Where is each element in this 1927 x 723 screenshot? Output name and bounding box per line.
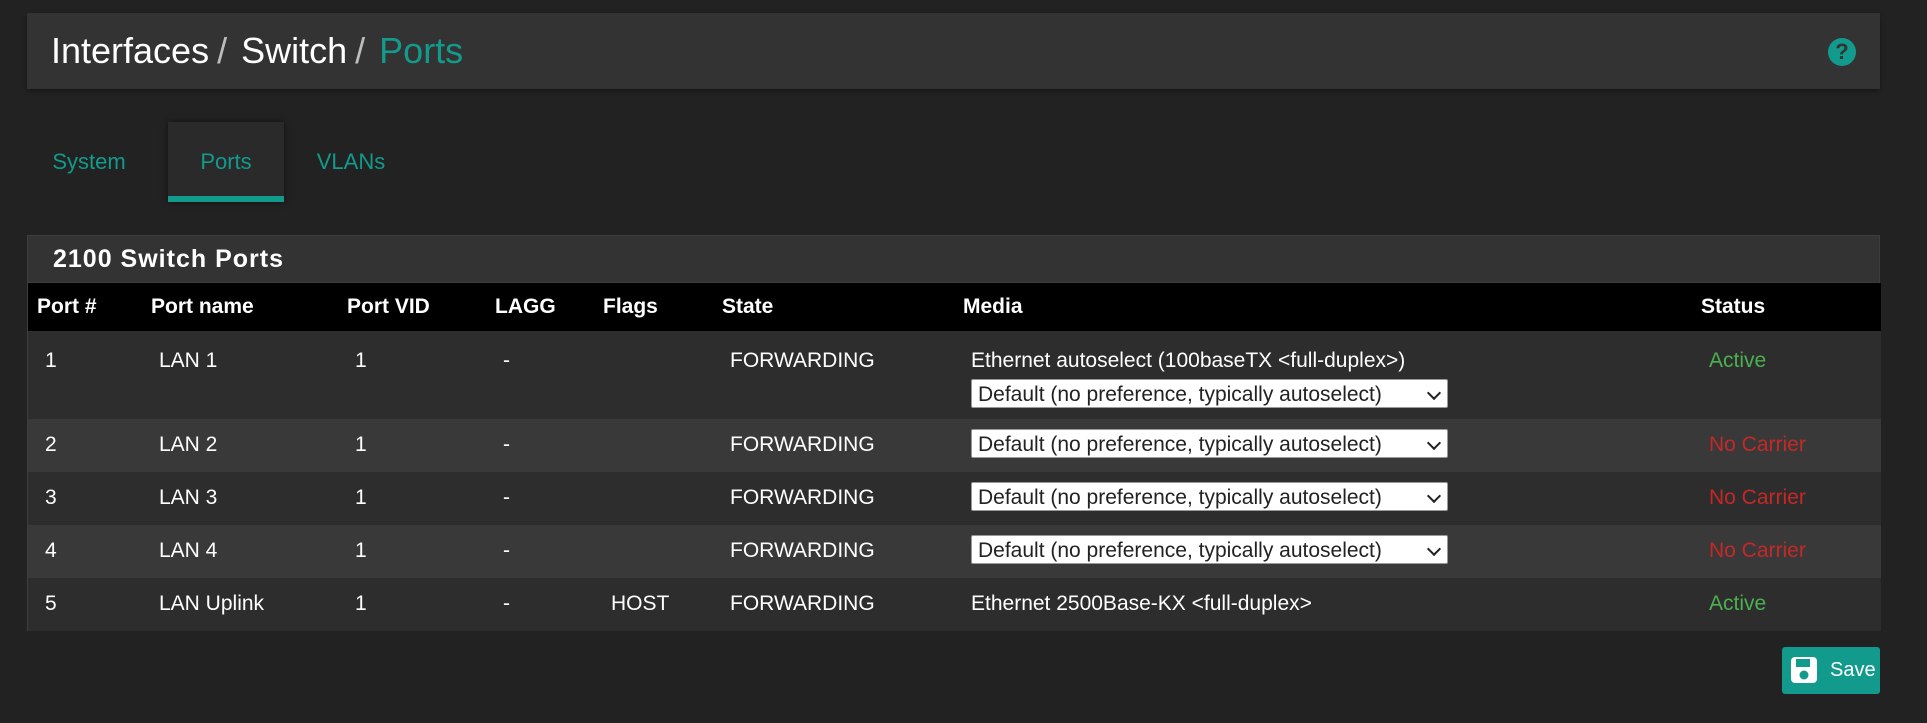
port-flags <box>594 472 713 525</box>
media-select-value: Default (no preference, typically autose… <box>978 539 1382 562</box>
tab-vlans[interactable]: VLANs <box>289 122 413 200</box>
media-select[interactable]: Default (no preference, typically autose… <box>971 429 1448 458</box>
port-lagg: - <box>503 592 510 615</box>
port-number: 3 <box>45 486 57 509</box>
tab-system[interactable]: System <box>27 122 151 200</box>
table-header-row: Port # Port name Port VID LAGG Flags Sta… <box>28 283 1881 331</box>
breadcrumb: Interfaces / Switch / Ports <box>51 31 463 71</box>
port-vid: 1 <box>355 486 367 509</box>
status-badge: No Carrier <box>1709 539 1806 562</box>
media-select[interactable]: Default (no preference, typically autose… <box>971 535 1448 564</box>
port-vid: 1 <box>355 539 367 562</box>
table-row: 1 LAN 1 1 - FORWARDING Ethernet autosele… <box>28 331 1881 419</box>
port-name: LAN 4 <box>159 539 218 562</box>
port-vid: 1 <box>355 592 367 615</box>
status-badge: Active <box>1709 349 1767 372</box>
port-state: FORWARDING <box>730 349 875 372</box>
media-select-value: Default (no preference, typically autose… <box>978 383 1382 406</box>
port-vid: 1 <box>355 433 367 456</box>
status-badge: Active <box>1709 592 1767 615</box>
table-row: 2 LAN 2 1 - FORWARDING Default (no prefe… <box>28 419 1881 472</box>
ports-table: Port # Port name Port VID LAGG Flags Sta… <box>28 283 1881 631</box>
column-header-port: Port # <box>37 295 97 318</box>
port-media: Default (no preference, typically autose… <box>954 472 1692 525</box>
status-badge: No Carrier <box>1709 433 1806 456</box>
media-select-value: Default (no preference, typically autose… <box>978 486 1382 509</box>
port-lagg: - <box>503 486 510 509</box>
port-flags <box>594 331 713 419</box>
port-state: FORWARDING <box>730 433 875 456</box>
column-header-lagg: LAGG <box>495 295 556 318</box>
port-media: Default (no preference, typically autose… <box>954 419 1692 472</box>
port-media: Ethernet autoselect (100baseTX <full-dup… <box>954 331 1692 419</box>
port-number: 1 <box>45 349 57 372</box>
floppy-disk-icon <box>1791 657 1817 683</box>
save-button[interactable]: Save <box>1782 647 1880 694</box>
save-label: Save <box>1830 659 1876 681</box>
port-name: LAN 2 <box>159 433 218 456</box>
column-header-port-name: Port name <box>151 295 254 318</box>
chevron-down-icon <box>1426 541 1442 557</box>
port-flags <box>594 525 713 578</box>
column-header-port-vid: Port VID <box>347 295 430 318</box>
port-state: FORWARDING <box>730 539 875 562</box>
page-header: Interfaces / Switch / Ports ? <box>27 13 1880 89</box>
port-name: LAN 1 <box>159 349 218 372</box>
column-header-state: State <box>722 295 774 318</box>
port-number: 5 <box>45 592 57 615</box>
port-vid: 1 <box>355 349 367 372</box>
breadcrumb-switch: Switch <box>241 30 348 71</box>
table-row: 5 LAN Uplink 1 - HOST FORWARDING Etherne… <box>28 578 1881 631</box>
column-header-media: Media <box>963 295 1023 318</box>
port-name: LAN Uplink <box>159 592 265 615</box>
breadcrumb-separator: / <box>355 30 366 71</box>
column-header-flags: Flags <box>603 295 658 318</box>
table-row: 4 LAN 4 1 - FORWARDING Default (no prefe… <box>28 525 1881 578</box>
port-lagg: - <box>503 433 510 456</box>
port-flags <box>594 419 713 472</box>
media-status-text: Ethernet autoselect (100baseTX <full-dup… <box>971 349 1406 372</box>
chevron-down-icon <box>1426 488 1442 504</box>
question-circle-icon[interactable]: ? <box>1828 38 1856 66</box>
panel-title: 2100 Switch Ports <box>28 236 1879 283</box>
breadcrumb-interfaces: Interfaces <box>51 30 210 71</box>
breadcrumb-ports: Ports <box>379 30 464 71</box>
chevron-down-icon <box>1426 435 1442 451</box>
port-media: Ethernet 2500Base-KX <full-duplex> <box>971 592 1312 615</box>
port-number: 2 <box>45 433 57 456</box>
port-state: FORWARDING <box>730 592 875 615</box>
media-select[interactable]: Default (no preference, typically autose… <box>971 379 1448 408</box>
media-select-value: Default (no preference, typically autose… <box>978 433 1382 456</box>
chevron-down-icon <box>1426 385 1442 401</box>
port-lagg: - <box>503 349 510 372</box>
port-state: FORWARDING <box>730 486 875 509</box>
port-number: 4 <box>45 539 57 562</box>
port-media: Default (no preference, typically autose… <box>954 525 1692 578</box>
port-lagg: - <box>503 539 510 562</box>
media-select[interactable]: Default (no preference, typically autose… <box>971 482 1448 511</box>
column-header-status: Status <box>1701 295 1766 318</box>
table-row: 3 LAN 3 1 - FORWARDING Default (no prefe… <box>28 472 1881 525</box>
port-name: LAN 3 <box>159 486 218 509</box>
tab-ports[interactable]: Ports <box>168 122 284 202</box>
status-badge: No Carrier <box>1709 486 1806 509</box>
port-flags: HOST <box>611 592 670 615</box>
breadcrumb-separator: / <box>217 30 228 71</box>
switch-ports-panel: 2100 Switch Ports Port # Port name Port … <box>27 235 1881 631</box>
